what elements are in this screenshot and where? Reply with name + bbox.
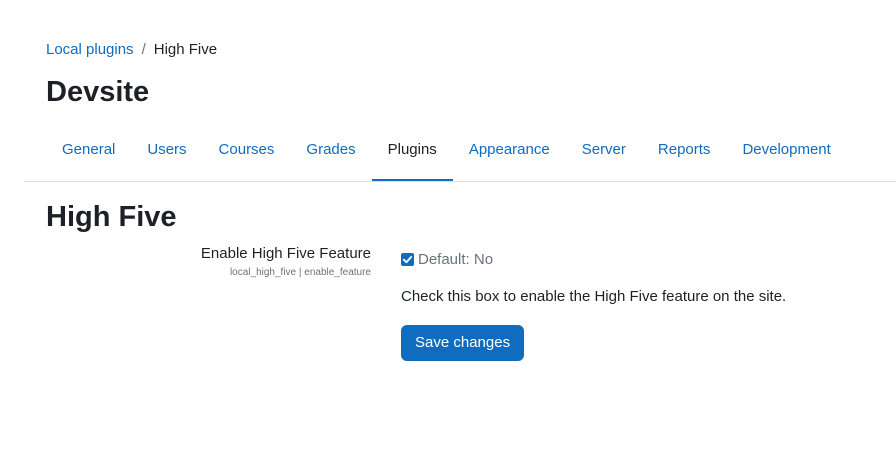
admin-settings-page: Local plugins / High Five Devsite Genera… xyxy=(0,0,896,471)
breadcrumb-separator: / xyxy=(141,41,146,58)
tab-grades[interactable]: Grades xyxy=(290,120,371,182)
breadcrumb: Local plugins / High Five xyxy=(46,40,217,60)
checkbox-row: Default: No xyxy=(401,249,493,269)
tab-server[interactable]: Server xyxy=(566,120,642,182)
tab-users[interactable]: Users xyxy=(131,120,202,182)
checkmark-icon xyxy=(402,255,413,263)
tab-development[interactable]: Development xyxy=(726,120,846,182)
setting-description: Check this box to enable the High Five f… xyxy=(401,288,787,305)
tab-appearance[interactable]: Appearance xyxy=(453,120,566,182)
save-changes-button[interactable]: Save changes xyxy=(401,325,525,361)
page-title: Devsite xyxy=(46,76,150,108)
tab-courses[interactable]: Courses xyxy=(203,120,291,182)
tab-general[interactable]: General xyxy=(46,120,131,182)
tab-reports[interactable]: Reports xyxy=(642,120,727,182)
setting-label-group: Enable High Five Feature local_high_five… xyxy=(201,244,371,280)
setting-identifier: local_high_five | enable_feature xyxy=(229,267,371,278)
setting-control: Default: No xyxy=(401,249,493,269)
enable-feature-checkbox[interactable] xyxy=(401,252,414,266)
tabs-divider xyxy=(24,181,896,182)
default-value-text: Default: No xyxy=(418,250,494,268)
section-title: High Five xyxy=(46,201,177,233)
breadcrumb-link-local-plugins[interactable]: Local plugins xyxy=(46,40,134,60)
admin-tabs: General Users Courses Grades Plugins App… xyxy=(46,120,847,182)
breadcrumb-current: High Five xyxy=(153,41,218,58)
tab-plugins[interactable]: Plugins xyxy=(371,120,453,182)
setting-label: Enable High Five Feature xyxy=(200,245,371,262)
